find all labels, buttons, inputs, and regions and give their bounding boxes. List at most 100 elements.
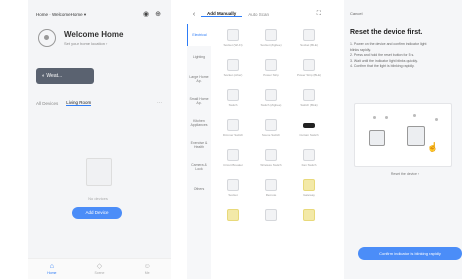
device-type-item[interactable]: Socket (Wi-Fi) [215,26,251,56]
device-label: Fan Switch [301,163,317,167]
device-icon [227,89,239,101]
sidebar-item-category[interactable]: Small Home Ap. [187,90,211,112]
sidebar-item-category[interactable]: Camera & Lock [187,156,211,178]
home-icon: ⌂ [49,263,54,270]
device-label: Switch [228,103,238,107]
home-header: Home · WelcomeHome ▾ ◉ ⊕ [36,9,162,21]
reset-help-link[interactable]: Reset the device › [350,172,460,176]
empty-devices-text: No devices [88,196,108,201]
device-type-item[interactable]: Socket (other) [215,56,251,86]
device-type-item[interactable]: Socket (Zigbee) [253,26,289,56]
more-icon[interactable]: ··· [157,100,162,106]
me-icon: ☺ [143,263,151,270]
speaker-icon[interactable]: ◉ [142,11,150,19]
nav-home[interactable]: ⌂ Home [38,263,66,275]
device-icon [303,209,315,221]
tab-living-room[interactable]: Living Room [66,100,92,106]
device-type-item[interactable]: Scene Switch [253,116,289,146]
plus-icon[interactable]: ⊕ [154,11,162,19]
device-icon [227,209,239,221]
device-type-item[interactable]: Fan Switch [291,146,327,176]
device-icon [265,119,277,131]
cancel-link[interactable]: Cancel [350,11,460,16]
device-label: Wireless Switch [260,163,282,167]
tab-add-manually[interactable]: Add Manually [201,11,243,17]
device-type-item[interactable]: Curtain Switch [291,116,327,146]
tab-all-devices[interactable]: All Devices [36,101,58,106]
device-icon [265,179,277,191]
device-type-item[interactable]: Power Strip [253,56,289,86]
indicator-light-icon [413,114,416,117]
device-type-item[interactable] [291,206,327,236]
device-icon [265,89,277,101]
sidebar-item-category[interactable]: Exercise & Health [187,134,211,156]
device-icon [265,29,277,41]
device-icon [303,89,315,101]
device-type-item[interactable]: Switch [215,86,251,116]
indicator-light-icon [373,116,376,119]
device-type-item[interactable]: Socket [215,176,251,206]
device-label: Dimmer Switch [222,133,244,137]
home-avatar [38,29,56,47]
device-type-item[interactable]: Circuit Breaker [215,146,251,176]
device-type-item[interactable] [215,206,251,236]
sidebar-item-category[interactable]: Lighting [187,46,211,68]
device-icon [303,59,315,71]
back-icon[interactable]: ‹ [187,11,201,18]
device-type-item[interactable]: Switch (BLE) [291,86,327,116]
device-label: Socket (Zigbee) [260,43,282,47]
device-icon [303,149,315,161]
device-type-item[interactable] [253,206,289,236]
device-icon [265,149,277,161]
device-label: Remote [265,193,277,197]
tab-auto-scan[interactable]: Auto Scan [242,12,275,17]
device-type-item[interactable]: Gateway [291,176,327,206]
reset-step-text: 4. Confirm that the light is blinking ra… [350,64,415,68]
device-type-item[interactable]: Wireless Switch [253,146,289,176]
nav-scene-label: Scene [94,271,105,275]
reset-device-screen: Cancel Reset the device first. 1. Power … [344,0,462,279]
nav-me-label: Me [144,271,150,275]
device-icon [303,29,315,41]
device-type-item[interactable]: Dimmer Switch [215,116,251,146]
weather-card[interactable]: ◐ Weat... [36,68,94,84]
device-grid: Socket (Wi-Fi) Socket (Zigbee) Socket (BLE… [215,26,327,236]
scan-icon[interactable]: ⛶ [317,11,321,18]
device-type-item[interactable]: Switch (Zigbee) [253,86,289,116]
device-illustration-icon [407,126,425,146]
add-device-button[interactable]: Add Device [72,207,122,219]
reset-title: Reset the device first. [350,29,423,36]
nav-me[interactable]: ☺ Me [133,263,161,275]
device-icon [227,179,239,191]
confirm-button[interactable]: Confirm indicator is blinking rapidly [358,247,462,260]
add-device-screen: ‹ Add Manually Auto Scan ⛶ Electrical Lig… [187,0,329,279]
device-label: Scene Switch [261,133,281,137]
device-label: Circuit Breaker [223,163,243,167]
device-type-item[interactable]: Power Strip (BLE) [291,56,327,86]
home-screen: Home · WelcomeHome ▾ ◉ ⊕ Welcome Home Se… [28,0,171,279]
device-icon [265,209,277,221]
set-location-link[interactable]: Set your home location › [64,41,107,46]
device-label: Socket (BLE) [300,43,318,47]
device-type-item[interactable]: Socket (BLE) [291,26,327,56]
reset-header: Cancel [350,8,460,18]
add-device-header: ‹ Add Manually Auto Scan ⛶ [187,8,329,20]
home-selector[interactable]: Home · WelcomeHome ▾ [36,12,138,18]
room-tabs: All Devices Living Room ··· [36,98,162,108]
device-label: Socket (Wi-Fi) [223,43,243,47]
device-icon [227,149,239,161]
device-type-item[interactable]: Remote [253,176,289,206]
device-icon [303,123,315,128]
sidebar-item-category[interactable]: Others [187,178,211,200]
device-label: Switch (BLE) [300,103,318,107]
empty-devices-icon [86,158,112,186]
sidebar-item-category[interactable]: Large Home Ap. [187,68,211,90]
indicator-light-icon [435,118,438,121]
sidebar-item-category[interactable]: Electrical [187,24,211,46]
nav-scene[interactable]: ◇ Scene [85,263,113,275]
device-label: Switch (Zigbee) [260,103,282,107]
device-icon [227,119,239,131]
category-sidebar: Electrical Lighting Large Home Ap. Small Ho… [187,24,211,279]
reset-illustration: ☝ [354,103,452,167]
sidebar-item-category[interactable]: Kitchen Appliances [187,112,211,134]
